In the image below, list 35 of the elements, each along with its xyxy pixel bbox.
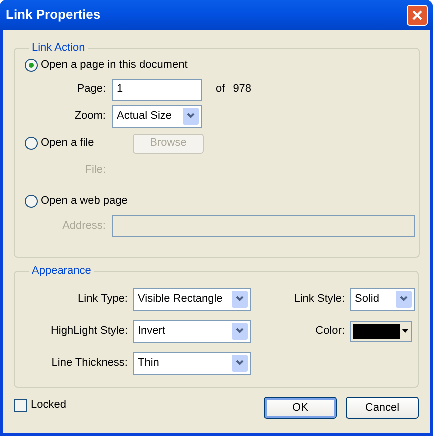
dialog-button[interactable]: Cancel bbox=[346, 397, 419, 419]
close-icon bbox=[412, 10, 423, 20]
close-button[interactable] bbox=[407, 4, 428, 26]
field-label: HighLight Style: bbox=[50, 324, 128, 339]
dropdown[interactable]: Visible Rectangle bbox=[133, 288, 251, 310]
field-label: Color: bbox=[314, 324, 345, 339]
radio-label[interactable]: Open a web page bbox=[41, 192, 128, 210]
field-label: Link Type: bbox=[77, 292, 128, 307]
dialog-button[interactable]: OK bbox=[264, 397, 337, 419]
address-field[interactable] bbox=[112, 215, 415, 237]
radio-label[interactable]: Open a file bbox=[41, 135, 94, 152]
window-title: Link Properties bbox=[6, 6, 101, 24]
page-field[interactable]: 1 bbox=[112, 78, 202, 100]
color-picker[interactable] bbox=[350, 320, 412, 342]
radio-button[interactable] bbox=[25, 194, 38, 208]
group-title: Appearance bbox=[31, 264, 92, 279]
dropdown[interactable]: Actual Size bbox=[112, 104, 202, 128]
checkbox-label[interactable]: Locked bbox=[31, 396, 66, 414]
field-label: Page: bbox=[76, 82, 106, 98]
checkbox[interactable] bbox=[14, 398, 27, 412]
radio-button[interactable] bbox=[25, 59, 38, 72]
field-label: Line Thickness: bbox=[50, 356, 128, 371]
field-label: Zoom: bbox=[74, 108, 106, 124]
dropdown[interactable]: Invert bbox=[133, 320, 251, 342]
radio-button[interactable] bbox=[25, 137, 38, 150]
field-label: Link Style: bbox=[293, 292, 345, 307]
field-label: Address: bbox=[62, 218, 106, 234]
dropdown[interactable]: Solid bbox=[350, 288, 415, 310]
radio-label[interactable]: Open a page in this document bbox=[41, 57, 188, 74]
field-label: File: bbox=[84, 162, 106, 178]
page-count: 978 bbox=[233, 82, 252, 98]
group-title: Link Action bbox=[31, 41, 86, 56]
page-count-label: of bbox=[216, 82, 226, 98]
dropdown[interactable]: Thin bbox=[133, 352, 251, 374]
dropdown-arrow-icon bbox=[402, 329, 409, 333]
